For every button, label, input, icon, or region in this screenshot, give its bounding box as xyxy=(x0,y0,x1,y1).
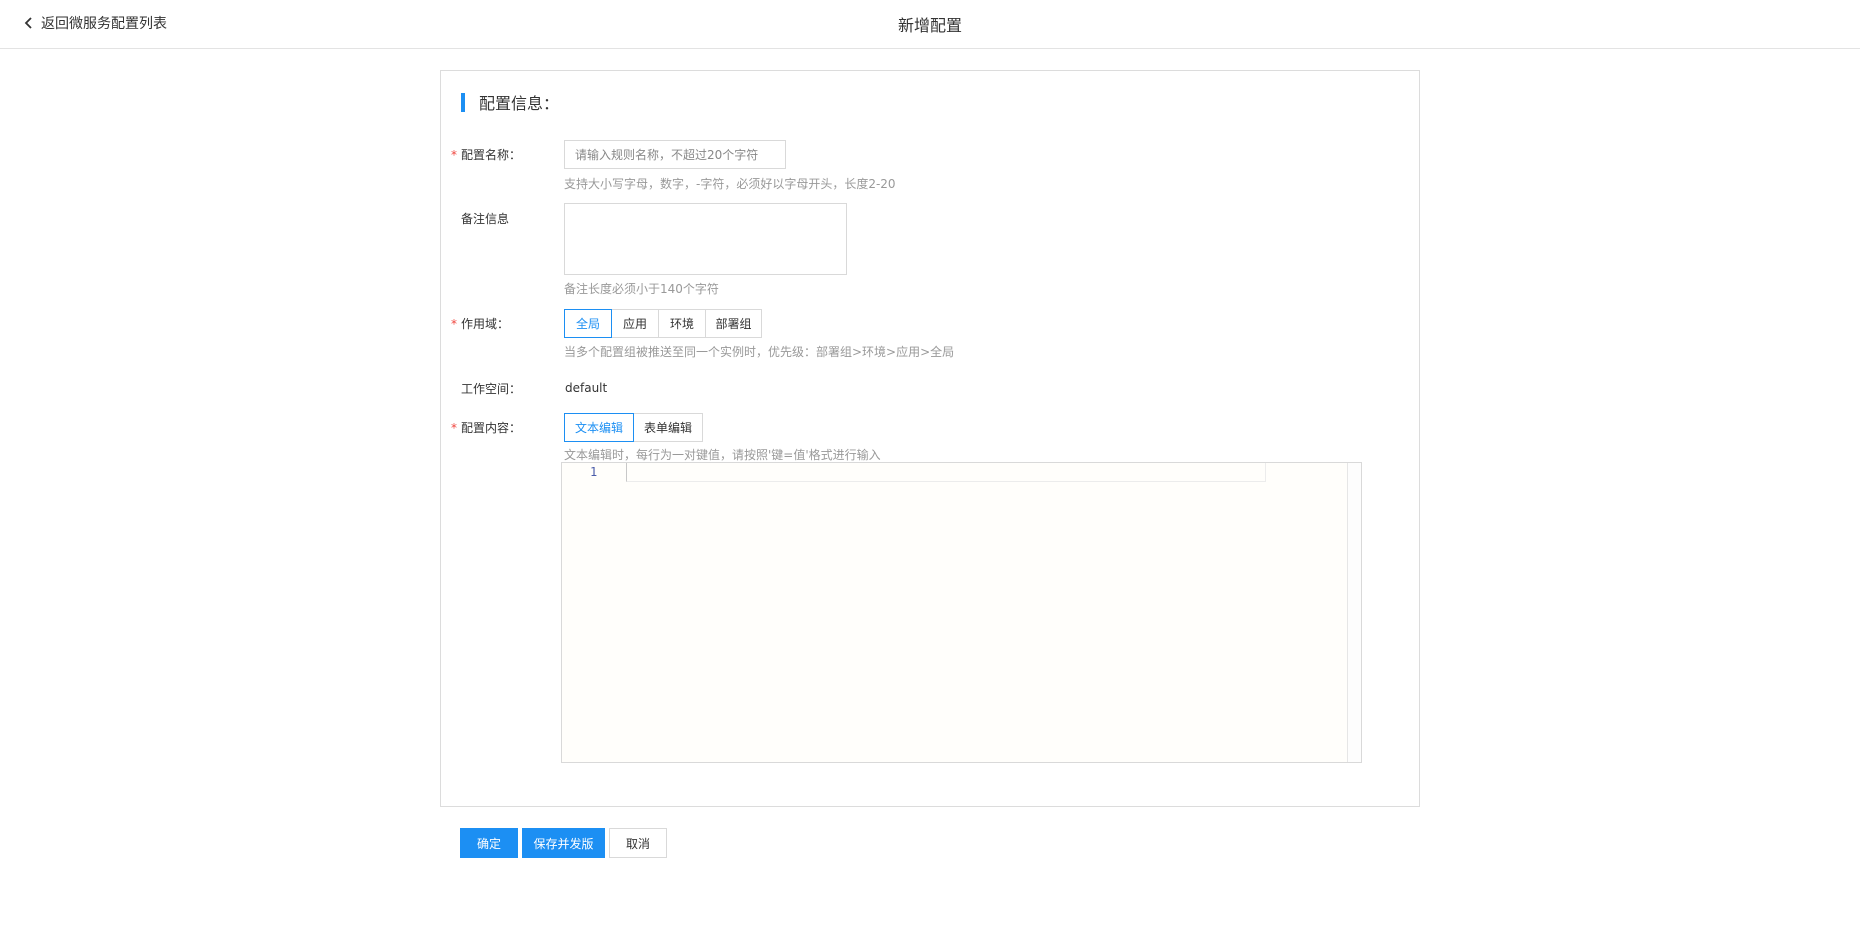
scope-hint: 当多个配置组被推送至同一个实例时，优先级：部署组>环境>应用>全局 xyxy=(564,345,955,359)
scope-option-global[interactable]: 全局 xyxy=(564,309,612,338)
scope-option-application[interactable]: 应用 xyxy=(611,309,659,338)
content-hint: 文本编辑时，每行为一对键值，请按照'键=值'格式进行输入 xyxy=(564,448,881,462)
scope-selector: 全局 应用 环境 部署组 xyxy=(564,309,762,338)
workspace-label: 工作空间： xyxy=(461,382,522,396)
remark-hint: 备注长度必须小于140个字符 xyxy=(564,282,719,296)
remark-textarea[interactable] xyxy=(564,203,847,275)
scope-option-deploy-group[interactable]: 部署组 xyxy=(705,309,762,338)
scope-label-row: * 作用域： xyxy=(451,315,509,332)
content-label-row: * 配置内容： xyxy=(451,419,521,436)
confirm-button[interactable]: 确定 xyxy=(460,828,518,858)
remark-label: 备注信息 xyxy=(461,212,510,226)
top-bar: 返回微服务配置列表 新增配置 xyxy=(0,0,1860,49)
config-name-label-row: * 配置名称： xyxy=(451,146,521,163)
active-line-highlight xyxy=(626,463,1266,482)
scope-label: 作用域： xyxy=(461,317,510,331)
editor-scrollbar[interactable] xyxy=(1347,463,1361,762)
page-title: 新增配置 xyxy=(897,16,962,35)
content-label: 配置内容： xyxy=(461,421,522,435)
section-header: 配置信息： xyxy=(461,90,559,114)
required-mark: * xyxy=(451,317,457,331)
text-edit-tab[interactable]: 文本编辑 xyxy=(564,413,634,442)
code-editor[interactable]: 1 xyxy=(561,462,1362,763)
config-name-placeholder: 请输入规则名称，不超过20个字符 xyxy=(575,148,759,162)
section-title: 配置信息： xyxy=(479,94,560,113)
required-mark: * xyxy=(451,421,457,435)
workspace-value: default xyxy=(565,381,608,395)
config-name-hint: 支持大小写字母，数字，-字符，必须好以字母开头，长度2-20 xyxy=(564,177,896,191)
save-and-publish-button[interactable]: 保存并发版 xyxy=(522,828,605,858)
cancel-button[interactable]: 取消 xyxy=(609,828,667,858)
form-edit-tab[interactable]: 表单编辑 xyxy=(633,413,703,442)
scope-option-environment[interactable]: 环境 xyxy=(658,309,706,338)
config-name-label: 配置名称： xyxy=(461,148,522,162)
section-accent-bar xyxy=(461,92,465,112)
config-name-input[interactable]: 请输入规则名称，不超过20个字符 xyxy=(564,140,786,169)
required-mark: * xyxy=(451,148,457,162)
form-actions: 确定 保存并发版 取消 xyxy=(460,828,671,858)
content-mode-selector: 文本编辑 表单编辑 xyxy=(564,413,703,442)
line-number: 1 xyxy=(590,465,598,479)
config-info-card: 配置信息： * 配置名称： 请输入规则名称，不超过20个字符 支持大小写字母，数字… xyxy=(440,70,1420,807)
